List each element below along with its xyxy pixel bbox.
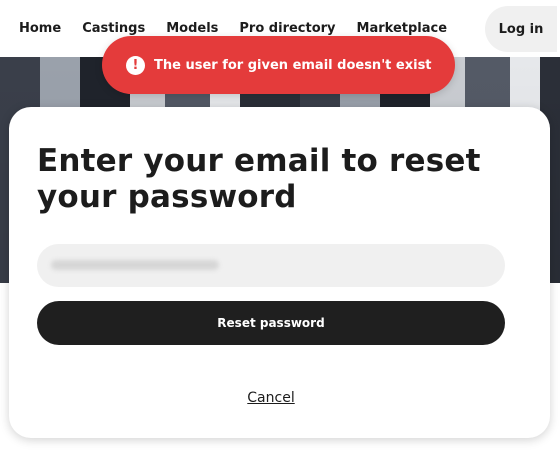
reset-password-modal: Enter your email to reset your password … [9,107,550,438]
error-message: The user for given email doesn't exist [154,57,432,73]
page: Home Castings Models Pro directory Marke… [0,0,560,452]
blurred-email-value [51,260,219,270]
cancel-link-row: Cancel [9,390,533,406]
cancel-link[interactable]: Cancel [247,390,294,406]
nav-pro-directory[interactable]: Pro directory [239,21,335,36]
nav-home[interactable]: Home [19,21,61,36]
nav-castings[interactable]: Castings [82,21,145,36]
nav-marketplace[interactable]: Marketplace [357,21,448,36]
reset-password-button[interactable]: Reset password [37,301,505,345]
login-button[interactable]: Log in [485,6,557,52]
modal-title: Enter your email to reset your password [37,143,481,215]
error-toast: ! The user for given email doesn't exist [102,36,455,94]
exclamation-icon: ! [126,55,145,75]
nav-models[interactable]: Models [166,21,218,36]
